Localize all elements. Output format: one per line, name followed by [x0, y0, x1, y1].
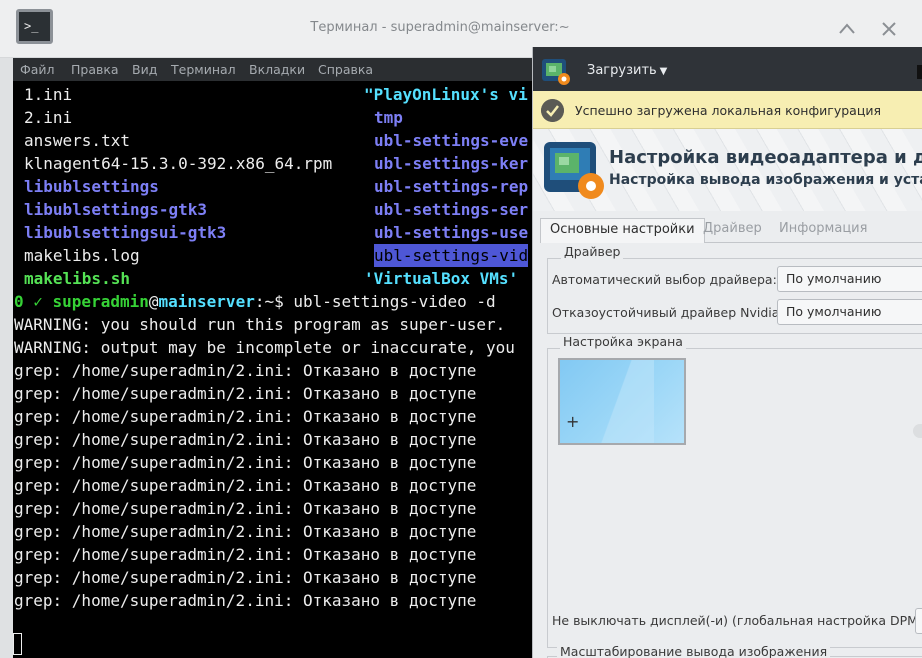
listing-dir: libublsettings [24, 177, 159, 196]
listing-dir: ubl-settings-eve [374, 131, 529, 150]
scale-frame-label: Масштабирование вывода изображения [557, 644, 831, 658]
nvidia-driver-select[interactable]: По умолчанию [777, 299, 922, 325]
output-line: WARNING: you should run this program as … [14, 315, 506, 334]
info-message: Успешно загружена локальная конфигурация [575, 103, 881, 118]
listing-dir: ubl-settings-ser [374, 200, 529, 219]
listing-exe: makelibs.sh [24, 269, 130, 288]
output-line: grep: /home/superadmin/2.ini: Отказано в… [14, 361, 477, 380]
display-settings-icon [544, 142, 604, 199]
listing-file: 2.ini [24, 108, 73, 127]
menu-terminal[interactable]: Терминал [171, 62, 236, 77]
load-menu-button[interactable]: Загрузить ▼ [587, 63, 667, 78]
shell-prompt: 0 ✓ superadmin@mainserver:~$ ubl-setting… [14, 290, 496, 313]
prompt-at: @ [148, 292, 159, 311]
nvidia-driver-label: Отказоустойчивый драйвер Nvidia: [552, 305, 784, 320]
listing-file: answers.txt [24, 131, 130, 150]
output-line: grep: /home/superadmin/2.ini: Отказано в… [14, 591, 477, 610]
auto-driver-label: Автоматический выбор драйвера: [552, 272, 777, 287]
output-line: grep: /home/superadmin/2.ini: Отказано в… [14, 522, 477, 541]
listing-dir: ubl-settings-rep [374, 177, 529, 196]
driver-frame-label: Драйвер [561, 244, 624, 259]
output-line: grep: /home/superadmin/2.ini: Отказано в… [14, 545, 477, 564]
header-edge [917, 65, 922, 79]
monitor-preview-reflection [582, 360, 654, 443]
monitor-preview[interactable]: + [558, 358, 686, 445]
output-line: grep: /home/superadmin/2.ini: Отказано в… [14, 407, 477, 426]
listing-dir: "PlayOnLinux's vi [364, 85, 528, 104]
listing-dir: libublsettingsui-gtk3 [24, 223, 227, 242]
menu-file[interactable]: Файл [20, 62, 55, 77]
listing-dir: ubl-settings-use [374, 223, 529, 242]
output-line: grep: /home/superadmin/2.ini: Отказано в… [14, 476, 477, 495]
prompt-command: ubl-settings-video -d [293, 292, 496, 311]
listing-file: 1.ini [24, 85, 73, 104]
video-settings-window: Загрузить ▼ Успешно загружена локальная к… [532, 47, 922, 658]
banner-title: Настройка видеоадаптера и дисп [609, 147, 922, 168]
load-label: Загрузить [587, 63, 657, 78]
prompt-status: 0 ✓ [14, 292, 53, 311]
prompt-user: superadmin [52, 292, 149, 311]
menu-help[interactable]: Справка [318, 62, 373, 77]
listing-dir: tmp [374, 108, 403, 127]
scroll-knob[interactable] [913, 424, 922, 438]
check-icon [541, 99, 564, 122]
listing-dir: libublsettings-gtk3 [24, 200, 208, 219]
close-icon[interactable] [882, 22, 896, 36]
tab-main-settings[interactable]: Основные настройки [540, 218, 705, 243]
dpms-select[interactable] [915, 608, 922, 634]
listing-dir: 'VirtualBox VMs' [364, 269, 519, 288]
output-line: grep: /home/superadmin/2.ini: Отказано в… [14, 430, 477, 449]
menu-view[interactable]: Вид [132, 62, 157, 77]
auto-driver-select[interactable]: По умолчанию [777, 266, 922, 292]
tab-information[interactable]: Информация [770, 218, 876, 243]
headerbar: Загрузить ▼ [533, 47, 922, 91]
output-line: grep: /home/superadmin/2.ini: Отказано в… [14, 384, 477, 403]
menu-tabs[interactable]: Вкладки [249, 62, 305, 77]
info-bar: Успешно загружена локальная конфигурация [533, 91, 922, 129]
video-settings-app-icon [542, 59, 570, 85]
listing-dir: ubl-settings-ker [374, 154, 529, 173]
primary-display-marker: + [566, 412, 580, 431]
terminal-cursor [13, 633, 22, 655]
dropdown-arrow-icon: ▼ [659, 66, 668, 77]
listing-file: makelibs.log [24, 246, 140, 265]
output-line: WARNING: output may be incomplete or ina… [14, 338, 515, 357]
prompt-path: :~$ [254, 292, 294, 311]
listing-file: klnagent64-15.3.0-392.x86_64.rpm [24, 154, 333, 173]
tab-driver[interactable]: Драйвер [694, 218, 771, 243]
chevron-up-icon[interactable] [838, 20, 856, 38]
app-banner: Настройка видеоадаптера и дисп Настройка… [533, 129, 922, 211]
prompt-host: mainserver [158, 292, 255, 311]
output-line: grep: /home/superadmin/2.ini: Отказано в… [14, 568, 477, 587]
menu-edit[interactable]: Правка [71, 62, 119, 77]
tab-bar: Основные настройки Драйвер Информация [540, 218, 922, 243]
banner-subtitle: Настройка вывода изображения и установ [609, 172, 922, 188]
output-line: grep: /home/superadmin/2.ini: Отказано в… [14, 453, 477, 472]
screen-frame-label: Настройка экрана [560, 334, 686, 349]
dpms-label: Не выключать дисплей(-и) (глобальная нас… [552, 613, 922, 628]
window-title: Терминал - superadmin@mainserver:~ [310, 20, 570, 35]
listing-dir-highlighted: ubl-settings-vid [374, 244, 529, 267]
output-line: grep: /home/superadmin/2.ini: Отказано в… [14, 499, 477, 518]
